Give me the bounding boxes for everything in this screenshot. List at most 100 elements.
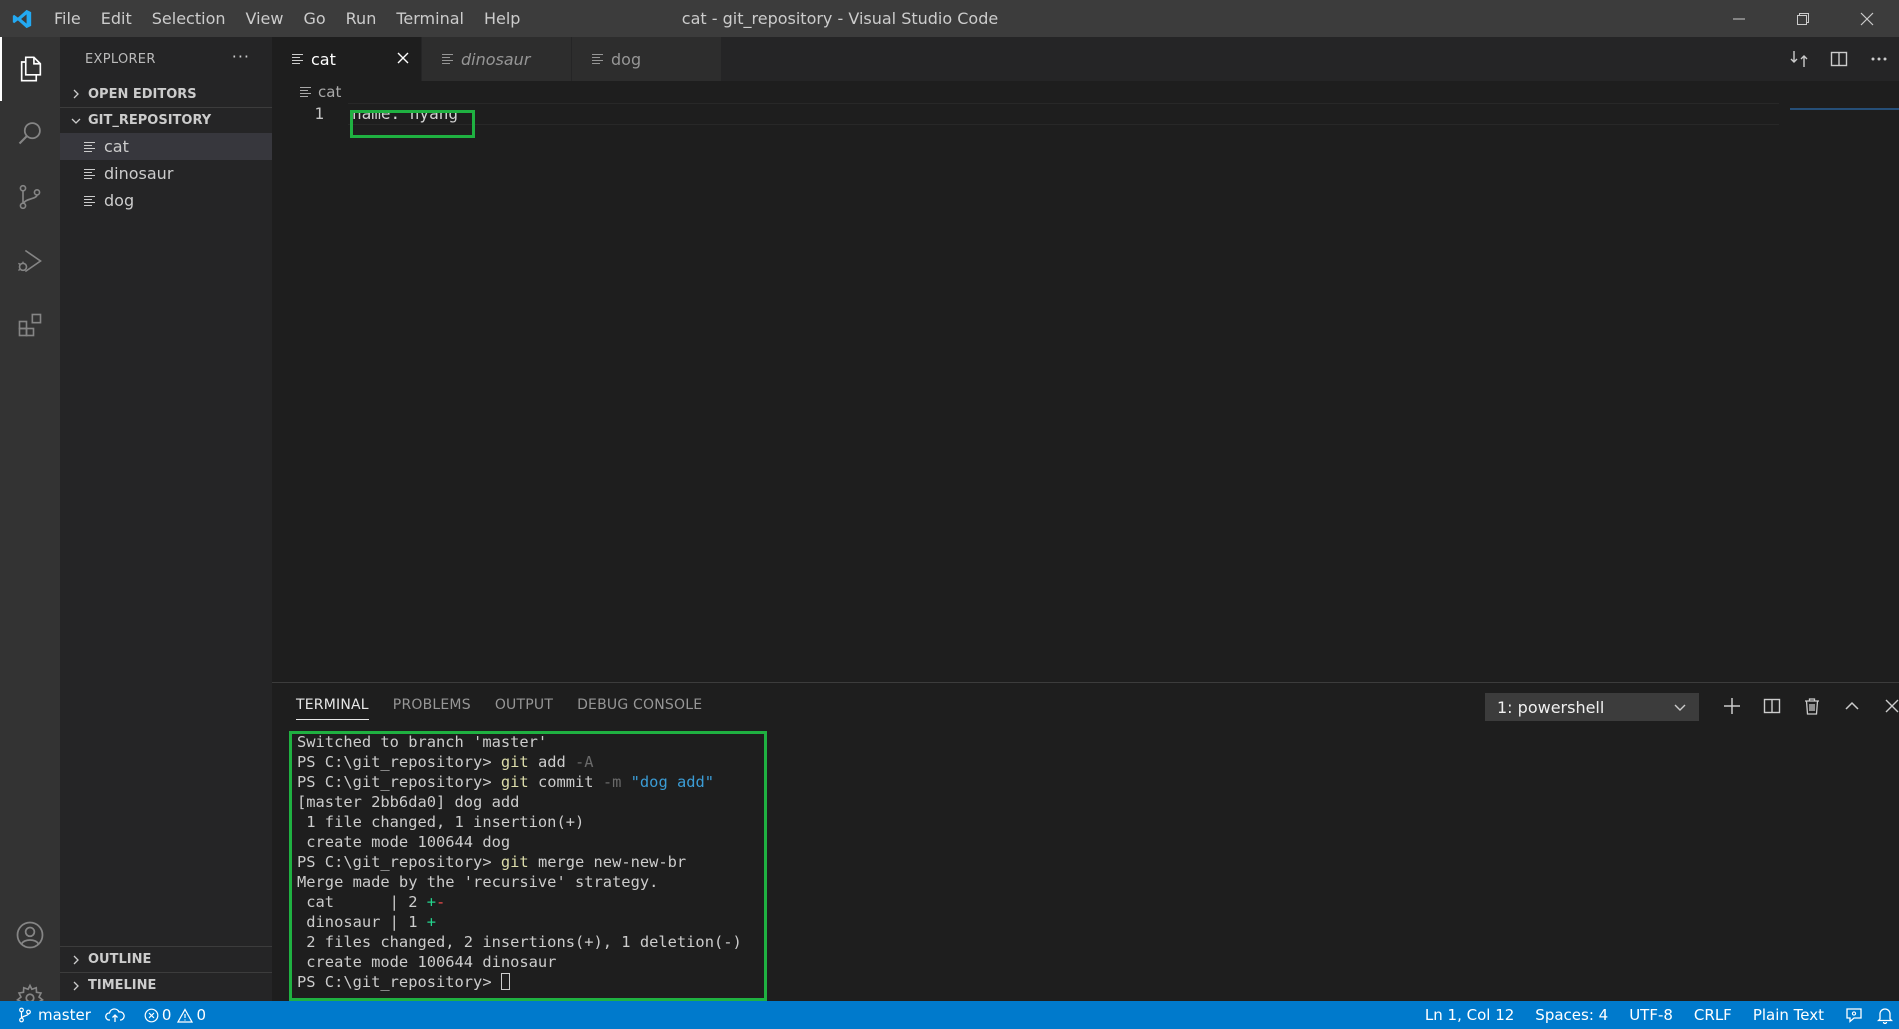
open-editors-section[interactable]: OPEN EDITORS — [60, 81, 272, 107]
tab-terminal[interactable]: TERMINAL — [284, 683, 381, 728]
tab-label: cat — [311, 49, 336, 69]
line-number: 1 — [314, 104, 324, 123]
maximize-panel-button[interactable] — [1832, 698, 1872, 714]
minimap-slider[interactable] — [1790, 108, 1899, 110]
account-icon — [16, 921, 44, 949]
tab-dinosaur[interactable]: dinosaur — [422, 37, 572, 81]
chevron-down-icon — [68, 116, 84, 126]
warning-count: 0 — [196, 1006, 206, 1024]
source-control-button[interactable] — [0, 165, 60, 229]
problems-status[interactable]: 0 0 — [132, 1001, 213, 1029]
status-right: Ln 1, Col 12 Spaces: 4 UTF-8 CRLF Plain … — [1418, 1001, 1899, 1029]
more-editor-actions-button[interactable] — [1859, 56, 1899, 62]
chevron-down-icon — [1673, 699, 1687, 718]
close-panel-button[interactable] — [1872, 699, 1899, 713]
new-terminal-button[interactable] — [1712, 697, 1752, 715]
search-icon — [18, 122, 41, 145]
breadcrumb[interactable]: cat — [272, 81, 1899, 103]
restore-button[interactable] — [1771, 0, 1835, 37]
panel-header: TERMINAL PROBLEMS OUTPUT DEBUG CONSOLE 1… — [272, 683, 1899, 728]
status-bar: master 0 0 Ln 1, Col 12 Spaces: 4 UTF-8 … — [0, 1001, 1899, 1029]
menu-help[interactable]: Help — [474, 0, 530, 37]
file-label: dog — [104, 191, 135, 210]
encoding-status[interactable]: UTF-8 — [1622, 1001, 1687, 1029]
language-mode[interactable]: Plain Text — [1746, 1001, 1838, 1029]
tab-debug-console[interactable]: DEBUG CONSOLE — [565, 683, 714, 728]
explorer-button[interactable] — [0, 37, 60, 101]
file-item-dinosaur[interactable]: dinosaur — [60, 160, 272, 187]
tab-cat[interactable]: cat — [272, 37, 422, 81]
menu-terminal[interactable]: Terminal — [386, 0, 474, 37]
menu-selection[interactable]: Selection — [142, 0, 236, 37]
tab-label: dinosaur — [461, 49, 531, 69]
highlight-box-terminal — [289, 731, 767, 1001]
split-editor-button[interactable] — [1819, 50, 1859, 68]
menu-view[interactable]: View — [236, 0, 294, 37]
chevron-right-icon — [68, 981, 84, 991]
tab-problems[interactable]: PROBLEMS — [381, 683, 483, 728]
text-file-icon — [84, 195, 96, 207]
text-file-icon — [84, 141, 96, 153]
error-icon — [144, 1008, 159, 1022]
text-file-icon — [300, 86, 311, 98]
vscode-logo-icon — [0, 0, 44, 37]
highlight-box-code — [350, 110, 475, 138]
editor-tabs: cat dinosaur dog — [272, 37, 1899, 81]
extensions-icon — [18, 313, 42, 337]
notifications-button[interactable] — [1870, 1001, 1899, 1029]
search-button[interactable] — [0, 101, 60, 165]
split-terminal-button[interactable] — [1752, 697, 1792, 715]
branch-status[interactable]: master — [0, 1001, 98, 1029]
minimize-button[interactable] — [1707, 0, 1771, 37]
current-line-highlight — [348, 103, 1779, 125]
breadcrumb-file: cat — [318, 83, 342, 101]
menu-go[interactable]: Go — [293, 0, 335, 37]
compare-changes-icon — [1790, 51, 1808, 67]
kill-terminal-button[interactable] — [1792, 697, 1832, 715]
title-bar: File Edit Selection View Go Run Terminal… — [0, 0, 1899, 37]
git-branch-icon — [19, 1007, 31, 1023]
terminal-select[interactable]: 1: powershell — [1485, 693, 1699, 721]
explorer-title: EXPLORER — [85, 51, 156, 67]
close-window-button[interactable] — [1835, 0, 1899, 37]
menu-run[interactable]: Run — [336, 0, 387, 37]
tab-output[interactable]: OUTPUT — [483, 683, 565, 728]
run-debug-button[interactable] — [0, 229, 60, 293]
cursor-position[interactable]: Ln 1, Col 12 — [1418, 1001, 1528, 1029]
feedback-button[interactable] — [1838, 1001, 1870, 1029]
code-line[interactable]: 1 name: nyang — [272, 103, 1899, 125]
repo-section[interactable]: GIT_REPOSITORY — [60, 107, 272, 133]
tab-dog[interactable]: dog — [572, 37, 722, 81]
file-item-dog[interactable]: dog — [60, 187, 272, 214]
tab-label: dog — [611, 49, 642, 69]
close-icon — [397, 52, 409, 64]
split-terminal-icon — [1763, 698, 1781, 713]
open-changes-button[interactable] — [1779, 49, 1819, 69]
menu-file[interactable]: File — [44, 0, 91, 37]
close-icon — [1885, 699, 1899, 712]
sidebar-bottom-sections: OUTLINE TIMELINE — [60, 946, 272, 998]
explorer-header: EXPLORER ··· — [60, 37, 272, 81]
outline-label: OUTLINE — [88, 952, 152, 967]
minimize-icon — [1733, 18, 1745, 19]
chevron-up-icon — [1845, 701, 1859, 710]
close-tab-button[interactable] — [397, 49, 409, 69]
text-file-icon — [292, 53, 303, 65]
menu-edit[interactable]: Edit — [91, 0, 142, 37]
eol-status[interactable]: CRLF — [1687, 1001, 1746, 1029]
run-debug-icon — [18, 249, 42, 273]
explorer-sidebar: EXPLORER ··· OPEN EDITORS GIT_REPOSITORY… — [60, 37, 272, 1001]
timeline-section[interactable]: TIMELINE — [60, 972, 272, 998]
extensions-button[interactable] — [0, 293, 60, 357]
feedback-icon — [1846, 1008, 1862, 1023]
more-actions-button[interactable]: ··· — [232, 47, 250, 66]
indentation-status[interactable]: Spaces: 4 — [1528, 1001, 1622, 1029]
file-label: dinosaur — [104, 164, 174, 183]
activity-bar — [0, 37, 60, 1012]
timeline-label: TIMELINE — [88, 978, 157, 993]
file-item-cat[interactable]: cat — [60, 133, 272, 160]
outline-section[interactable]: OUTLINE — [60, 946, 272, 972]
accounts-button[interactable] — [0, 903, 60, 967]
repo-label: GIT_REPOSITORY — [88, 113, 212, 128]
publish-button[interactable] — [98, 1001, 132, 1029]
